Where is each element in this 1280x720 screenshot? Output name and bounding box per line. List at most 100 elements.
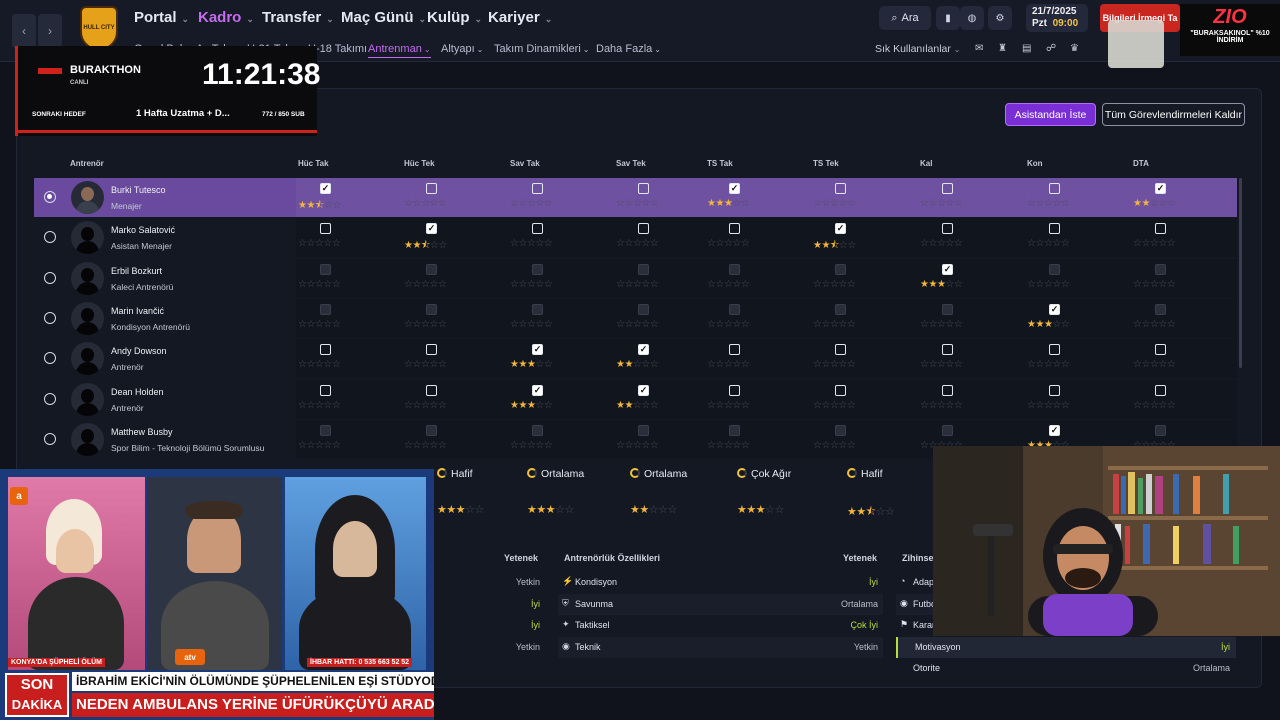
star-icon: ☆ xyxy=(429,359,438,371)
assignment-cell: ✓★★★☆☆ xyxy=(510,339,570,378)
gear-icon[interactable]: ⚙ xyxy=(988,6,1012,30)
row-radio[interactable] xyxy=(44,392,56,405)
assignment-checkbox[interactable] xyxy=(1155,223,1166,235)
main-nav-5[interactable]: Kariyer ⌄ xyxy=(488,9,552,26)
main-nav-3[interactable]: Maç Günü ⌄ xyxy=(341,9,426,26)
assignment-checkbox[interactable] xyxy=(835,344,846,356)
assignment-checkbox[interactable]: ✓ xyxy=(835,223,846,235)
sub-nav-label: Altyapı xyxy=(441,43,475,55)
row-radio[interactable] xyxy=(44,432,56,445)
assignment-checkbox[interactable] xyxy=(426,344,437,356)
assignment-checkbox[interactable] xyxy=(426,384,437,396)
main-nav-4[interactable]: Kulüp ⌄ xyxy=(427,9,482,26)
assignment-checkbox[interactable] xyxy=(638,223,649,235)
assignment-checkbox[interactable]: ✓ xyxy=(426,223,437,235)
people-icon[interactable]: ☍ xyxy=(1046,43,1056,54)
table-row[interactable]: Andy Dowson Antrenör ☆☆☆☆☆ ☆☆☆☆☆ ✓ ★★★☆☆ ✓ ★★☆☆… xyxy=(34,339,1237,379)
assignment-checkbox[interactable] xyxy=(532,183,543,194)
row-radio[interactable] xyxy=(44,191,56,203)
assignment-checkbox[interactable] xyxy=(729,223,740,235)
star-icon: ☆ xyxy=(1141,399,1150,411)
star-icon: ☆ xyxy=(323,359,332,371)
assignment-checkbox[interactable]: ✓ xyxy=(638,384,649,396)
shirt-icon[interactable]: ♜ xyxy=(998,43,1007,54)
assignment-checkbox[interactable] xyxy=(426,183,437,194)
assignment-checkbox[interactable]: ✓ xyxy=(532,344,543,356)
assignment-checkbox[interactable]: ✓ xyxy=(942,263,953,275)
assignment-checkbox[interactable] xyxy=(320,344,331,356)
staff-name[interactable]: Andy Dowson xyxy=(111,346,167,356)
row-radio[interactable] xyxy=(44,352,56,365)
assignment-checkbox[interactable]: ✓ xyxy=(729,183,740,194)
assignment-checkbox[interactable] xyxy=(1049,344,1060,356)
assignment-checkbox[interactable] xyxy=(942,183,953,194)
sub-nav-7[interactable]: Daha Fazla ⌄ xyxy=(596,43,661,55)
assignment-checkbox[interactable] xyxy=(835,384,846,396)
table-row[interactable]: Burki Tutesco Menajer ✓ ★★⯪☆☆ ☆☆☆☆☆ ☆☆☆☆☆ ☆☆☆☆… xyxy=(34,178,1237,217)
attribute-label: Kondisyon xyxy=(575,577,618,587)
club-crest[interactable]: HULL CITY xyxy=(80,6,118,50)
staff-name[interactable]: Marko Salatović xyxy=(111,225,175,235)
assignment-checkbox[interactable] xyxy=(729,344,740,356)
bookmark-icon[interactable]: ▮ xyxy=(936,6,960,30)
trophy-icon[interactable]: ♛ xyxy=(1070,43,1079,54)
main-nav-2[interactable]: Transfer ⌄ xyxy=(262,9,334,26)
assignment-checkbox[interactable]: ✓ xyxy=(1049,424,1060,436)
assignment-checkbox[interactable]: ✓ xyxy=(1155,183,1166,194)
assignment-cell: ✓ ★★⯪☆☆ xyxy=(298,178,358,217)
staff-name[interactable]: Matthew Busby xyxy=(111,427,173,437)
channel-logo: a xyxy=(10,487,28,505)
assignment-checkbox[interactable] xyxy=(638,183,649,194)
star-icon: ☆ xyxy=(1158,359,1167,371)
row-radio[interactable] xyxy=(44,311,56,324)
assignment-checkbox[interactable] xyxy=(1155,344,1166,356)
globe-icon[interactable]: ◍ xyxy=(960,6,984,30)
assignment-checkbox[interactable] xyxy=(320,384,331,396)
ability-value: İyi xyxy=(531,598,540,609)
document-icon[interactable]: ▤ xyxy=(1022,43,1031,54)
assignment-checkbox[interactable] xyxy=(729,384,740,396)
assignment-checkbox[interactable] xyxy=(1049,384,1060,396)
assignment-checkbox[interactable]: ✓ xyxy=(1049,303,1060,315)
sub-nav-6[interactable]: Takım Dinamikleri ⌄ xyxy=(494,43,590,55)
table-row[interactable]: Erbil Bozkurt Kaleci Antrenörü ☆☆☆☆☆ ☆☆☆☆☆ ☆… xyxy=(34,258,1237,298)
table-row[interactable]: Marin Ivančić Kondisyon Antrenörü ☆☆☆☆☆ ☆☆☆… xyxy=(34,298,1237,338)
favorites-dropdown[interactable]: Sık Kullanılanlar ⌄ xyxy=(875,43,961,55)
sub-count: 772 / 850 SUB xyxy=(262,111,305,118)
assignment-checkbox[interactable] xyxy=(942,223,953,235)
row-radio[interactable] xyxy=(44,271,56,284)
assignment-checkbox[interactable]: ✓ xyxy=(320,183,331,194)
star-rating: ★★★☆☆ xyxy=(1027,319,1070,330)
main-nav-0[interactable]: Portal ⌄ xyxy=(134,9,189,26)
assignment-checkbox[interactable]: ✓ xyxy=(532,384,543,396)
game-date[interactable]: 21/7/2025 Pzt 09:00 xyxy=(1026,4,1088,32)
search-button[interactable]: ⌕ Ara xyxy=(879,6,931,30)
star-icon: ☆ xyxy=(1052,238,1061,250)
staff-name[interactable]: Marin Ivančić xyxy=(111,306,164,316)
sub-nav-5[interactable]: Altyapı ⌄ xyxy=(441,43,483,55)
assignment-checkbox[interactable] xyxy=(835,183,846,194)
scrollbar[interactable] xyxy=(1239,178,1242,368)
table-row[interactable]: Marko Salatović Asistan Menajer ☆☆☆☆☆ ✓ ★★⯪☆… xyxy=(34,218,1237,258)
staff-name[interactable]: Burki Tutesco xyxy=(111,185,166,195)
back-button[interactable]: ‹ xyxy=(12,14,36,48)
remove-all-assignments-button[interactable]: Tüm Görevlendirmeleri Kaldır xyxy=(1102,103,1245,126)
assignment-checkbox[interactable] xyxy=(942,384,953,396)
table-row[interactable]: Dean Holden Antrenör ☆☆☆☆☆ ☆☆☆☆☆ ✓ ★★★☆☆ ✓ ★★☆☆… xyxy=(34,379,1237,419)
assignment-checkbox[interactable] xyxy=(942,344,953,356)
staff-name[interactable]: Erbil Bozkurt xyxy=(111,266,162,276)
assignment-checkbox[interactable] xyxy=(320,223,331,235)
staff-name[interactable]: Dean Holden xyxy=(111,387,164,397)
assignment-checkbox[interactable] xyxy=(1049,183,1060,194)
inbox-icon[interactable]: ✉ xyxy=(975,43,983,54)
row-radio[interactable] xyxy=(44,231,56,244)
main-nav-1[interactable]: Kadro ⌄ xyxy=(198,9,254,26)
ask-assistant-button[interactable]: Asistandan İste xyxy=(1005,103,1096,126)
assignment-checkbox[interactable] xyxy=(532,223,543,235)
forward-button[interactable]: › xyxy=(38,14,62,48)
star-icon: ☆ xyxy=(543,359,553,371)
assignment-checkbox[interactable]: ✓ xyxy=(638,344,649,356)
assignment-checkbox[interactable] xyxy=(1155,384,1166,396)
assignment-checkbox[interactable] xyxy=(1049,223,1060,235)
sub-nav-4[interactable]: Antrenman ⌄ xyxy=(368,43,431,58)
